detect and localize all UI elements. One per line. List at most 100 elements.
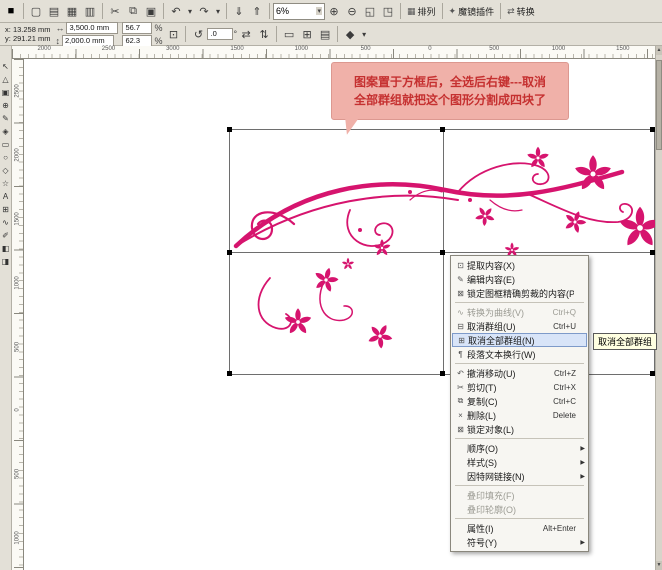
- menu-item-order[interactable]: 顺序(O) ▶: [452, 441, 587, 455]
- height-arrow-icon: ↕: [55, 36, 60, 46]
- print-button[interactable]: ▥: [81, 2, 99, 20]
- menu-item-label: 符号(Y): [467, 536, 574, 549]
- menu-item-label: 样式(S): [467, 456, 574, 469]
- menu-item-extract-content[interactable]: ⊡ 提取内容(X): [452, 258, 587, 272]
- pb-extra-button-4[interactable]: ◆: [341, 25, 359, 43]
- mirror-vertical-button[interactable]: ⇅: [255, 25, 273, 43]
- zoom-out-button[interactable]: ⊖: [343, 2, 361, 20]
- menu-item-label: 顺序(O): [467, 442, 574, 455]
- height-field[interactable]: 2,000.0 mm: [62, 35, 114, 47]
- plugin-button[interactable]: ✦ 魔镜插件: [449, 5, 495, 18]
- selection-handle[interactable]: [440, 371, 445, 376]
- zoom-in-button[interactable]: ⊕: [325, 2, 343, 20]
- vertical-ruler[interactable]: 2500 2000 1500 1000 500 0 500 1000: [12, 59, 24, 570]
- menu-item-edit-content[interactable]: ✎ 编辑内容(E): [452, 272, 587, 286]
- pb-extra-button-2[interactable]: ⊞: [298, 25, 316, 43]
- toolbar-separator: [276, 26, 277, 42]
- outline-tool[interactable]: ◨: [0, 255, 11, 268]
- menu-item-delete[interactable]: × 删除(L) Delete: [452, 408, 587, 422]
- cut-button[interactable]: ✂: [106, 2, 124, 20]
- arrange-button[interactable]: ▦ 排列: [407, 5, 436, 18]
- menu-item-ungroup[interactable]: ⊟ 取消群组(U) Ctrl+U: [452, 319, 587, 333]
- paste-button[interactable]: ▣: [142, 2, 160, 20]
- pick-tool[interactable]: ↖: [0, 60, 11, 73]
- scroll-down-icon[interactable]: ▼: [656, 561, 662, 570]
- ungroup-icon: ⊟: [454, 322, 467, 331]
- lock-ratio-button[interactable]: ⊡: [164, 25, 182, 43]
- copy-button[interactable]: ⧉: [124, 2, 142, 20]
- scale-v-field[interactable]: 62.3: [122, 35, 152, 47]
- undo-dropdown-icon[interactable]: ▾: [185, 2, 195, 20]
- menu-item-label: 删除(L): [467, 409, 551, 422]
- shape-tool[interactable]: △: [0, 73, 11, 86]
- selection-handle[interactable]: [227, 250, 232, 255]
- menu-item-undo-move[interactable]: ↶ 撤消移动(U) Ctrl+Z: [452, 366, 587, 380]
- convert-button[interactable]: ⇄ 转换: [507, 5, 535, 18]
- import-button[interactable]: ⇓: [230, 2, 248, 20]
- save-button[interactable]: ▦: [63, 2, 81, 20]
- export-button[interactable]: ⇑: [248, 2, 266, 20]
- crop-tool[interactable]: ▣: [0, 86, 11, 99]
- vertical-scrollbar[interactable]: ▲ ▼: [655, 46, 662, 570]
- mirror-horizontal-button[interactable]: ⇄: [237, 25, 255, 43]
- chevron-down-icon[interactable]: ▾: [316, 7, 322, 15]
- new-button[interactable]: ▢: [27, 2, 45, 20]
- ruler-tick-label: 3000: [141, 46, 205, 58]
- zoom-to-page-button[interactable]: ◳: [379, 2, 397, 20]
- menu-item-symbol[interactable]: 符号(Y) ▶: [452, 535, 587, 549]
- freehand-tool[interactable]: ✎: [0, 112, 11, 125]
- zoom-to-fit-button[interactable]: ◱: [361, 2, 379, 20]
- fill-tool[interactable]: ◧: [0, 242, 11, 255]
- pb-extra-button-1[interactable]: ▭: [280, 25, 298, 43]
- selection-handle[interactable]: [227, 127, 232, 132]
- scroll-up-icon[interactable]: ▲: [656, 46, 662, 55]
- open-button[interactable]: ▤: [45, 2, 63, 20]
- polygon-tool[interactable]: ◇: [0, 164, 11, 177]
- menu-item-properties[interactable]: 属性(I) Alt+Enter: [452, 521, 587, 535]
- convert-label: 转换: [517, 5, 535, 18]
- menu-item-copy[interactable]: ⧉ 复制(C) Ctrl+C: [452, 394, 587, 408]
- selection-handle[interactable]: [440, 127, 445, 132]
- selection-handle[interactable]: [440, 250, 445, 255]
- table-tool[interactable]: ⊞: [0, 203, 11, 216]
- menu-item-lock-object[interactable]: ⊠ 锁定对象(L): [452, 422, 587, 436]
- menu-item-label: 取消全部群组(N): [468, 334, 573, 347]
- menu-item-label: 叠印轮廓(O): [467, 503, 574, 516]
- y-value[interactable]: 291.21 mm: [13, 34, 51, 43]
- x-value[interactable]: 13.258 mm: [13, 25, 51, 34]
- interactive-tool[interactable]: ∿: [0, 216, 11, 229]
- submenu-arrow-icon: ▶: [578, 459, 585, 466]
- menu-item-shortcut: Ctrl+C: [553, 397, 576, 406]
- redo-button[interactable]: ↷: [195, 2, 213, 20]
- rectangle-tool[interactable]: ▭: [0, 138, 11, 151]
- scale-h-field[interactable]: 56.7: [122, 22, 152, 34]
- text-tool[interactable]: A: [0, 190, 11, 203]
- scrollbar-thumb[interactable]: [656, 60, 662, 150]
- menu-item-cut[interactable]: ✂ 剪切(T) Ctrl+X: [452, 380, 587, 394]
- basic-shapes-tool[interactable]: ☆: [0, 177, 11, 190]
- pb-extra-button-3[interactable]: ▤: [316, 25, 334, 43]
- toolbar-separator: [226, 3, 227, 19]
- redo-dropdown-icon[interactable]: ▾: [213, 2, 223, 20]
- menu-item-label: 转换为曲线(V): [467, 306, 551, 319]
- eyedropper-tool[interactable]: ✐: [0, 229, 11, 242]
- fill-swatch: ■: [2, 2, 20, 20]
- menu-item-wrap-paragraph-text[interactable]: ¶ 段落文本换行(W): [452, 347, 587, 361]
- zoom-tool[interactable]: ⊕: [0, 99, 11, 112]
- copy-icon: ⧉: [454, 396, 467, 406]
- menu-item-styles[interactable]: 样式(S) ▶: [452, 455, 587, 469]
- width-field[interactable]: 3,500.0 mm: [66, 22, 118, 34]
- horizontal-ruler[interactable]: 2000 2500 3000 1500 1000 500 0 500 1000 …: [12, 46, 655, 59]
- ruler-tick-label: 500: [462, 46, 526, 58]
- pb-extra-dropdown-icon[interactable]: ▾: [359, 25, 369, 43]
- width-arrow-icon: ↔: [55, 23, 64, 33]
- smart-fill-tool[interactable]: ◈: [0, 125, 11, 138]
- menu-item-lock-powerclip-contents[interactable]: ⊠ 锁定图框精确剪裁的内容(P): [452, 286, 587, 300]
- undo-button[interactable]: ↶: [167, 2, 185, 20]
- zoom-level-combo[interactable]: 6% ▾: [273, 3, 325, 20]
- angle-field[interactable]: .0: [207, 28, 233, 40]
- ellipse-tool[interactable]: ○: [0, 151, 11, 164]
- selection-handle[interactable]: [227, 371, 232, 376]
- menu-item-internet-links[interactable]: 因特网链接(N) ▶: [452, 469, 587, 483]
- menu-item-ungroup-all[interactable]: ⊞ 取消全部群组(N): [452, 333, 587, 347]
